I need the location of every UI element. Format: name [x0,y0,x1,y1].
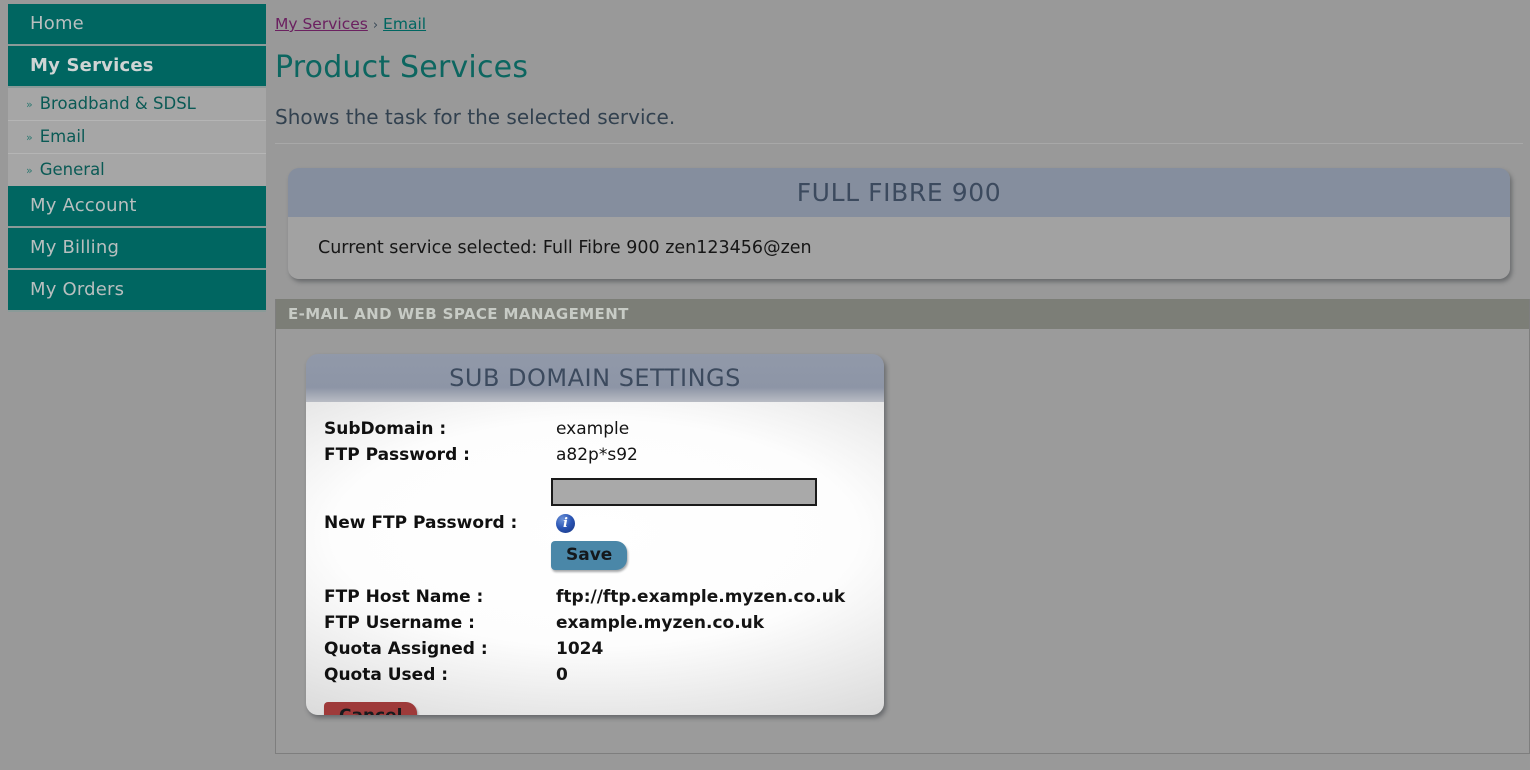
sidebar-item-label: Broadband & SDSL [39,94,196,113]
field-row-subdomain: SubDomain : example [306,416,884,442]
breadcrumb: My Services › Email [275,0,1530,36]
sidebar-item-my-orders[interactable]: My Orders [8,270,266,312]
chevron-right-icon: » [26,130,33,144]
main-content: My Services › Email Product Services Shows… [275,0,1530,770]
new-ftp-password-label: New FTP Password : [324,513,518,533]
ftp-username-value: example.myzen.co.uk [556,613,765,633]
sidebar-item-label: Email [39,127,86,146]
breadcrumb-link-email[interactable]: Email [383,15,426,33]
readonly-fields-block: FTP Host Name : ftp://ftp.example.myzen.… [306,570,884,688]
sidebar-item-my-billing[interactable]: My Billing [8,228,266,270]
new-password-input-row [306,468,884,506]
field-row-quota-assigned: Quota Assigned : 1024 [306,636,884,662]
ftp-username-label: FTP Username : [324,613,475,633]
chevron-right-icon: » [26,163,33,177]
breadcrumb-separator: › [372,18,379,33]
quota-used-label: Quota Used : [324,665,449,685]
field-row-quota-used: Quota Used : 0 [306,662,884,688]
current-service-text: Current service selected: Full Fibre 900… [288,217,1510,279]
quota-assigned-value: 1024 [556,639,604,659]
email-webspace-section: E-MAIL AND WEB SPACE MANAGEMENT SUB DOMA… [275,299,1530,754]
sidebar: Home My Services » Broadband & SDSL » Em… [8,4,266,312]
sidebar-item-general[interactable]: » General [8,154,266,186]
sidebar-item-label: General [39,160,105,179]
sidebar-item-broadband-sdsl[interactable]: » Broadband & SDSL [8,88,266,121]
ftp-password-label: FTP Password : [324,445,470,465]
subdomain-label: SubDomain : [324,419,447,439]
breadcrumb-link-my-services[interactable]: My Services [275,15,368,33]
sidebar-item-home[interactable]: Home [8,4,266,46]
info-icon[interactable]: i [556,513,575,533]
page-subtitle: Shows the task for the selected service. [275,105,1523,144]
card-title: SUB DOMAIN SETTINGS [306,354,884,402]
sidebar-item-my-account[interactable]: My Account [8,186,266,228]
sidebar-item-my-services[interactable]: My Services [8,46,266,88]
save-button[interactable]: Save [551,541,628,570]
page-root: Home My Services » Broadband & SDSL » Em… [0,0,1530,770]
section-heading: E-MAIL AND WEB SPACE MANAGEMENT [276,299,1529,329]
quota-assigned-label: Quota Assigned : [324,639,488,659]
service-panel: FULL FIBRE 900 Current service selected:… [288,168,1510,279]
ftp-host-value: ftp://ftp.example.myzen.co.uk [556,587,846,607]
sidebar-item-label: Home [30,13,84,34]
ftp-host-label: FTP Host Name : [324,587,484,607]
service-panel-title: FULL FIBRE 900 [288,168,1510,217]
ftp-password-value: a82p*s92 [556,445,638,465]
new-ftp-password-input[interactable] [551,478,817,506]
field-row-ftp-password: FTP Password : a82p*s92 [306,442,884,468]
subdomain-value: example [556,419,630,439]
cancel-button-row: Cancel [306,688,884,715]
field-row-new-ftp-password: New FTP Password : i [306,506,884,533]
cancel-button[interactable]: Cancel [324,702,418,715]
sidebar-item-label: My Services [30,55,154,76]
page-title: Product Services [275,50,529,85]
sub-domain-settings-card: SUB DOMAIN SETTINGS SubDomain : example … [306,354,884,715]
sidebar-item-label: My Billing [30,237,120,258]
card-body: SubDomain : example FTP Password : a82p*… [306,402,884,715]
sidebar-submenu: » Broadband & SDSL » Email » General [8,88,266,186]
sidebar-item-label: My Orders [30,279,125,300]
save-button-row: Save [306,533,884,570]
field-row-ftp-username: FTP Username : example.myzen.co.uk [306,610,884,636]
sidebar-item-label: My Account [30,195,137,216]
sidebar-item-email[interactable]: » Email [8,121,266,154]
field-row-ftp-host: FTP Host Name : ftp://ftp.example.myzen.… [306,584,884,610]
chevron-right-icon: » [26,97,33,111]
quota-used-value: 0 [556,665,568,685]
